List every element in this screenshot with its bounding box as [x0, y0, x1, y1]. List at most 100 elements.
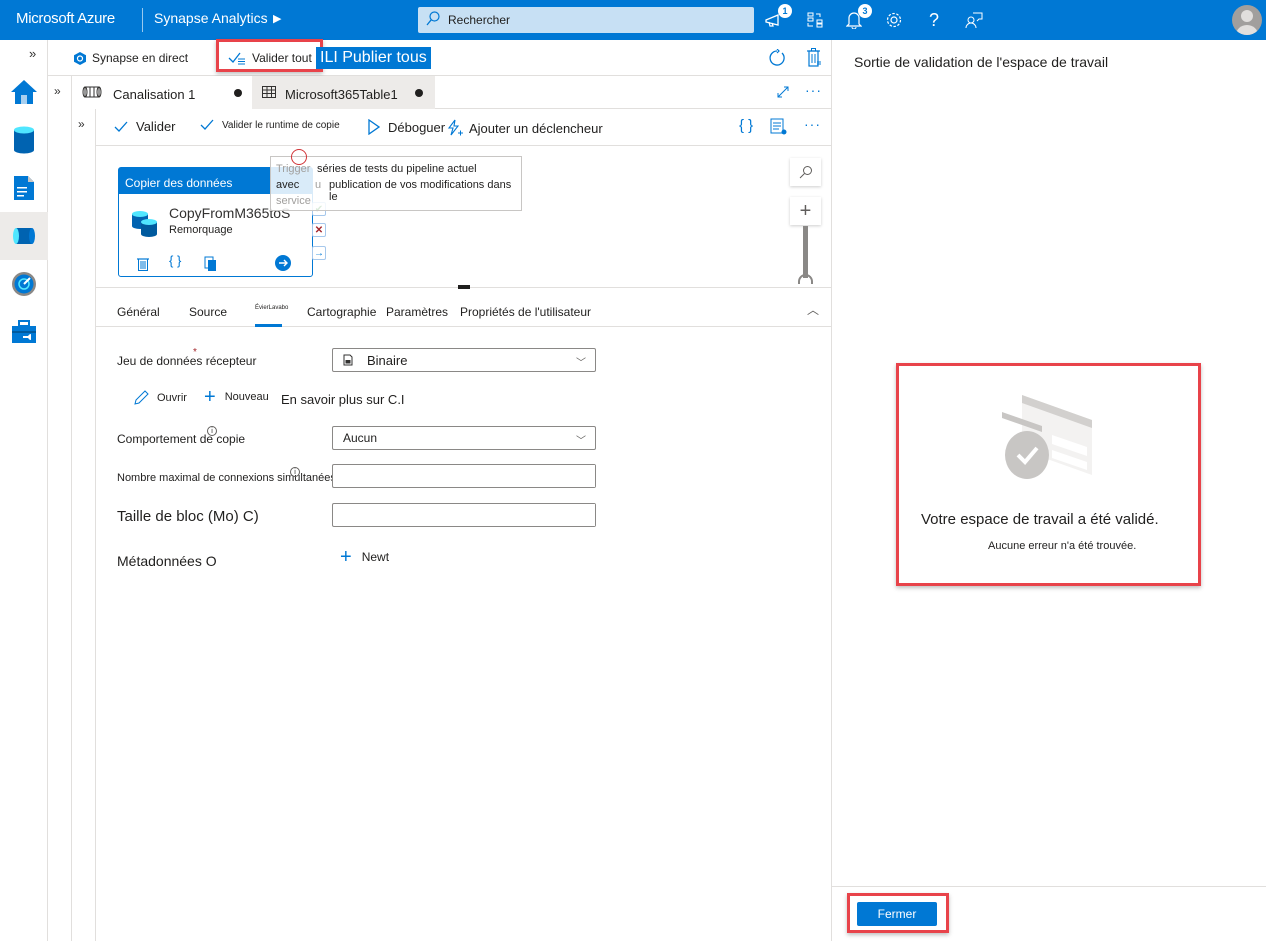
nav-data[interactable]	[0, 116, 48, 164]
product-name[interactable]: Synapse Analytics	[154, 10, 268, 26]
open-dataset-button[interactable]: Ouvrir	[133, 390, 187, 406]
validated-illustration-icon	[1002, 395, 1092, 479]
database-icon	[14, 126, 34, 154]
activities-panel-collapsed: »	[72, 109, 96, 941]
feedback-megaphone-icon[interactable]: 1	[762, 4, 792, 32]
zoom-slider-track[interactable]	[803, 226, 808, 278]
more-options-icon[interactable]: ···	[805, 82, 822, 98]
debug-tooltip: Trigger séries de tests du pipeline actu…	[270, 149, 522, 211]
block-size-field[interactable]	[332, 503, 596, 527]
unsaved-dot	[234, 89, 242, 97]
zoom-in-button[interactable]: +	[790, 197, 821, 225]
code-braces-icon[interactable]: { }	[739, 117, 753, 134]
synapse-live-button[interactable]: Synapse en direct	[74, 48, 188, 68]
document-icon	[14, 176, 34, 200]
success-title: Votre espace de travail a été validé.	[921, 511, 1159, 528]
tab-user-properties[interactable]: Propriétés de l'utilisateur	[460, 305, 591, 319]
validate-copy-runtime-label: Valider le runtime de copie	[222, 119, 340, 131]
add-metadata-button[interactable]: + Newt	[340, 547, 389, 567]
notifications-bell-icon[interactable]: 3	[842, 4, 872, 32]
pipeline-icon	[82, 86, 102, 98]
metadata-label: Métadonnées O	[117, 553, 217, 569]
nav-manage[interactable]	[0, 308, 48, 356]
user-avatar[interactable]	[1232, 5, 1262, 35]
validation-output-panel: Sortie de validation de l'espace de trav…	[831, 40, 1266, 941]
debug-label: Déboguer	[388, 119, 446, 135]
activity-subtitle: Remorquage	[169, 224, 233, 236]
copy-behavior-value: Aucun	[343, 431, 378, 445]
required-mark: *	[193, 347, 197, 358]
chevron-right-icon[interactable]: ▶	[273, 12, 281, 25]
copy-behavior-select[interactable]: Aucun ﹀	[332, 426, 596, 450]
refresh-icon[interactable]	[768, 48, 786, 70]
pipeline-canvas[interactable]: Copier des données CopyFromM365toS Remor…	[96, 146, 831, 289]
collapse-chevron-up-icon[interactable]: ︿	[807, 301, 819, 318]
settings-gear-icon[interactable]	[882, 8, 906, 32]
new-dataset-button[interactable]: + Nouveau	[204, 387, 269, 407]
panel-title: Sortie de validation de l'espace de trav…	[854, 54, 1109, 70]
tab-general[interactable]: Général	[117, 305, 160, 319]
directory-switch-icon[interactable]	[803, 8, 827, 32]
expand-nav-icon[interactable]: »	[29, 46, 36, 61]
more-options-icon[interactable]: ···	[804, 116, 821, 132]
properties-settings-icon[interactable]	[770, 118, 788, 139]
tab-mapping[interactable]: Cartographie	[307, 305, 376, 319]
zoom-search-button[interactable]	[790, 158, 821, 186]
zoom-slider-thumb[interactable]	[798, 274, 813, 284]
validate-copy-runtime-button[interactable]: Valider le runtime de copie	[200, 119, 340, 131]
sink-dataset-select[interactable]: Binaire ﹀	[332, 348, 596, 372]
validate-all-button[interactable]: Valider tout	[228, 48, 312, 68]
nav-integrate[interactable]	[0, 212, 48, 260]
validate-label: Valider	[136, 119, 176, 134]
sink-dataset-value: Binaire	[367, 352, 408, 368]
binary-file-icon	[343, 354, 353, 366]
code-braces-icon[interactable]: { }	[169, 253, 181, 268]
tab-source[interactable]: Source	[189, 305, 227, 319]
delete-icon[interactable]	[137, 257, 149, 271]
tab-microsoft365table[interactable]: Microsoft365Table1	[252, 76, 435, 109]
search-box[interactable]	[418, 7, 754, 33]
tab-pipeline[interactable]: Canalisation 1	[72, 76, 252, 109]
copy-icon[interactable]	[204, 256, 218, 272]
info-icon[interactable]: i	[207, 426, 217, 436]
validate-button[interactable]: Valider	[114, 119, 176, 134]
database-icon	[132, 211, 157, 237]
close-button[interactable]: Fermer	[857, 902, 937, 926]
tab-microsoft365table-label: Microsoft365Table1	[285, 87, 398, 102]
info-icon[interactable]: i	[290, 467, 300, 477]
properties-tabs: Général Source ÉvierLavabo Cartographie …	[96, 289, 831, 327]
expand-resources-icon[interactable]: »	[54, 84, 61, 98]
tab-sink[interactable]: ÉvierLavabo	[255, 305, 288, 311]
arrow-right-circle-icon[interactable]	[275, 255, 291, 271]
debug-button[interactable]: Déboguer	[368, 119, 445, 135]
active-tab-indicator	[255, 324, 282, 327]
pencil-icon	[134, 390, 149, 405]
help-question-icon[interactable]: ?	[922, 8, 946, 32]
nav-develop[interactable]	[0, 164, 48, 212]
workspace-command-bar: Synapse en direct Valider tout ILI Publi…	[48, 39, 831, 76]
copy-behavior-label: Comportement de copie	[117, 432, 246, 446]
publish-all-button[interactable]: ILI Publier tous	[316, 47, 431, 69]
tab-settings[interactable]: Paramètres	[386, 305, 448, 319]
maximize-icon[interactable]	[776, 85, 790, 102]
nav-monitor[interactable]	[0, 260, 48, 308]
resources-panel-collapsed: »	[48, 76, 72, 941]
search-input[interactable]	[448, 11, 738, 29]
on-failure-icon[interactable]: ✕	[312, 223, 326, 237]
nav-home[interactable]	[0, 68, 48, 116]
on-completion-icon[interactable]: →	[312, 246, 326, 260]
block-size-input[interactable]	[343, 504, 595, 526]
brand-title[interactable]: Microsoft Azure	[16, 10, 115, 27]
editor-tabs: Canalisation 1 Microsoft365Table1 ···	[72, 76, 831, 109]
monitor-gauge-icon	[12, 272, 36, 296]
block-size-label: Taille de bloc (Mo) C)	[117, 508, 259, 525]
person-icon	[1236, 10, 1258, 35]
feedback-person-icon[interactable]	[962, 8, 986, 32]
max-connections-field[interactable]	[332, 464, 596, 488]
expand-activities-icon[interactable]: »	[78, 117, 85, 131]
search-icon	[799, 166, 812, 179]
max-connections-input[interactable]	[343, 465, 595, 487]
add-trigger-button[interactable]: Ajouter un déclencheur	[447, 119, 603, 137]
learn-more-link[interactable]: En savoir plus sur C.I	[281, 392, 405, 407]
discard-changes-icon[interactable]	[806, 48, 822, 71]
